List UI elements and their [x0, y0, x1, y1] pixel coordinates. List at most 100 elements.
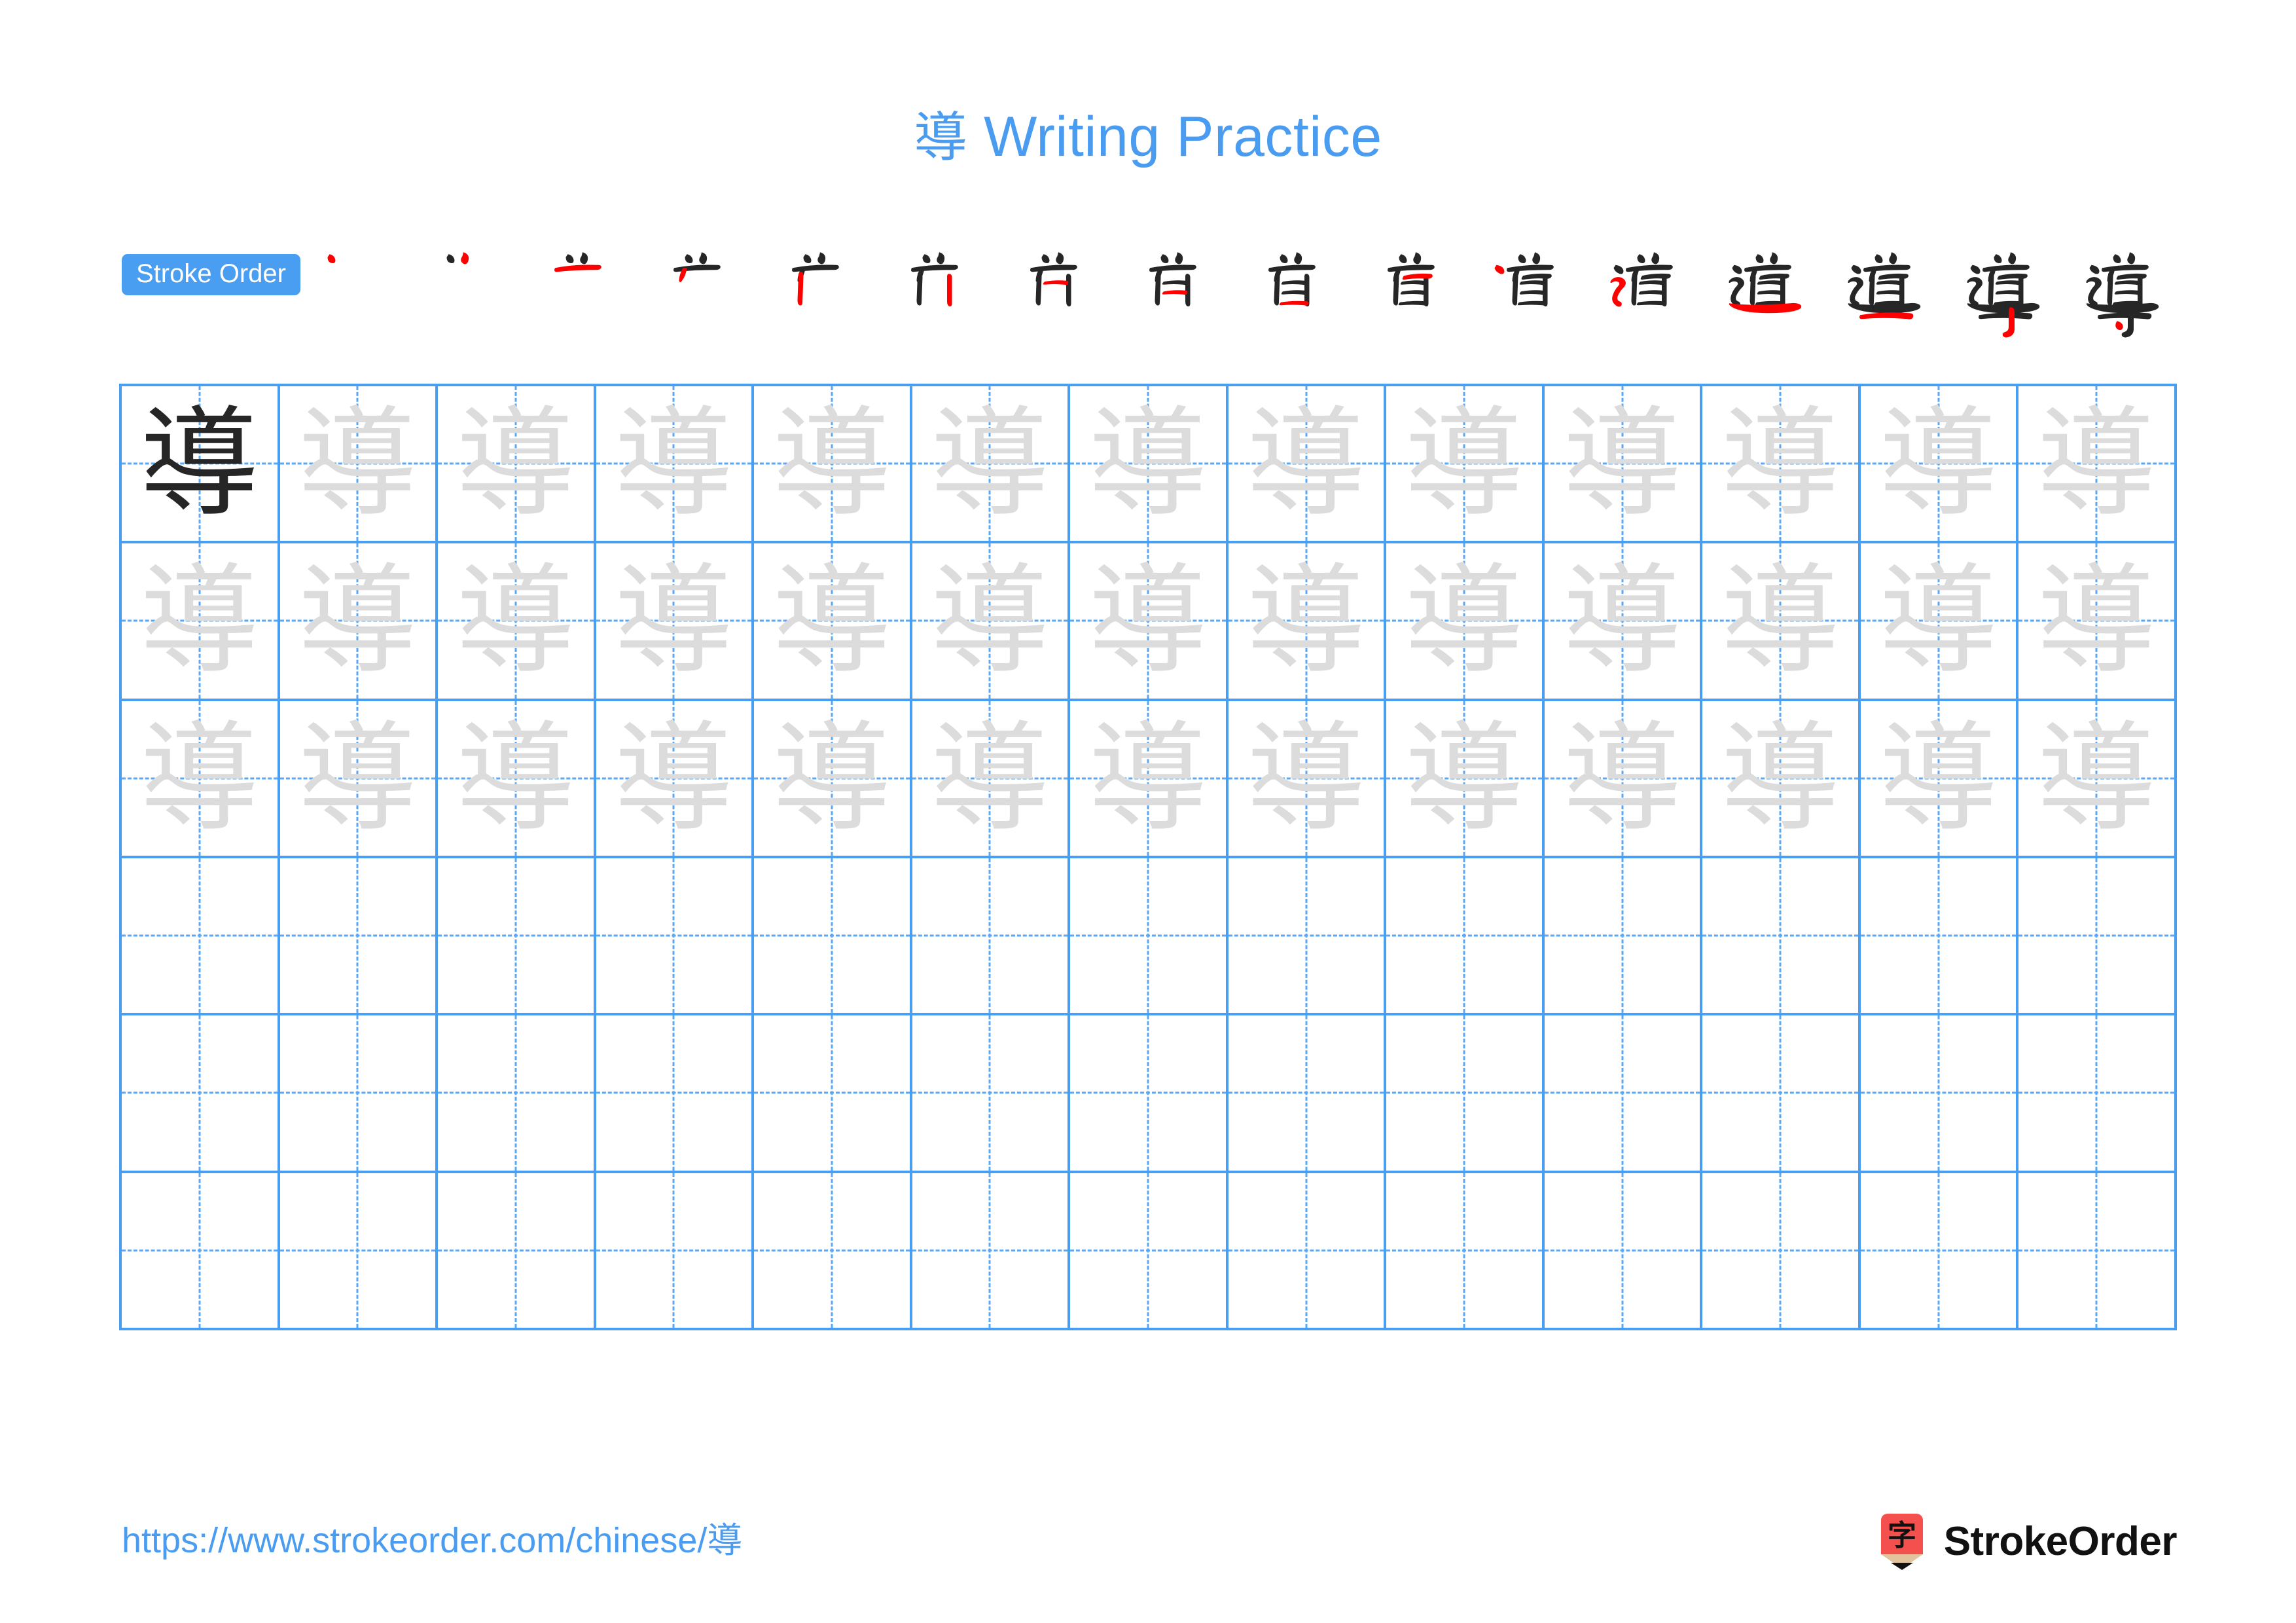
practice-cell[interactable]: [596, 1015, 755, 1173]
practice-cell[interactable]: [1860, 1173, 2019, 1330]
practice-cell[interactable]: 導: [1228, 543, 1387, 701]
practice-cell[interactable]: 導: [596, 386, 755, 544]
stroke-step-glyph: [792, 252, 840, 306]
stroke-step-glyph: [1967, 252, 2040, 338]
practice-character-trace: 導: [298, 551, 418, 691]
practice-cell[interactable]: 導: [754, 543, 912, 701]
practice-cell[interactable]: 導: [754, 701, 912, 858]
practice-cell[interactable]: 導: [1070, 543, 1229, 701]
practice-cell[interactable]: [438, 858, 596, 1016]
practice-character-trace: 導: [1878, 551, 1998, 691]
practice-cell[interactable]: 導: [438, 543, 596, 701]
brand-logo[interactable]: 字 StrokeOrder: [1877, 1506, 2178, 1578]
practice-cell[interactable]: [438, 1173, 596, 1330]
practice-cell[interactable]: 導: [1860, 386, 2019, 544]
stroke-step-glyph: [1030, 252, 1077, 307]
practice-cell[interactable]: [1544, 1015, 1703, 1173]
practice-cell[interactable]: [754, 1015, 912, 1173]
practice-cell[interactable]: [1228, 1015, 1387, 1173]
practice-cell[interactable]: [1860, 1015, 2019, 1173]
stroke-step-glyph: [1268, 252, 1316, 307]
practice-cell[interactable]: 導: [754, 386, 912, 544]
practice-cell[interactable]: [2018, 1173, 2177, 1330]
practice-cell[interactable]: [1860, 858, 2019, 1016]
practice-cell[interactable]: 導: [438, 701, 596, 858]
practice-cell[interactable]: [122, 1173, 280, 1330]
practice-cell[interactable]: 導: [912, 543, 1071, 701]
practice-cell[interactable]: 導: [596, 543, 755, 701]
practice-cell[interactable]: [438, 1015, 596, 1173]
practice-cell[interactable]: 導: [279, 543, 439, 701]
practice-cell[interactable]: 導: [2018, 386, 2177, 544]
practice-cell[interactable]: 導: [1228, 386, 1387, 544]
practice-cell[interactable]: 導: [122, 386, 280, 544]
practice-character-trace: 導: [2037, 551, 2157, 691]
practice-cell[interactable]: 導: [1228, 701, 1387, 858]
practice-cell[interactable]: [1386, 1173, 1545, 1330]
stroke-step-3: [531, 232, 630, 363]
practice-cell[interactable]: [1070, 858, 1229, 1016]
stroke-step-glyph: [2086, 252, 2159, 338]
practice-cell[interactable]: 導: [1702, 701, 1861, 858]
practice-cell[interactable]: 導: [1386, 701, 1545, 858]
practice-cell[interactable]: [1228, 1173, 1387, 1330]
practice-cell[interactable]: 導: [1544, 701, 1703, 858]
practice-cell[interactable]: 導: [1070, 701, 1229, 858]
practice-cell[interactable]: [279, 858, 439, 1016]
practice-cell[interactable]: 導: [279, 386, 439, 544]
practice-cell[interactable]: 導: [912, 701, 1071, 858]
practice-cell[interactable]: [1702, 1015, 1861, 1173]
practice-cell[interactable]: [912, 1173, 1071, 1330]
practice-character-trace: 導: [614, 551, 734, 691]
practice-cell[interactable]: [279, 1173, 439, 1330]
practice-grid: 導導導導導導導導導導導導導導導導導導導導導導導導導導導導導導導導導導導導導導導: [119, 384, 2177, 1330]
practice-cell[interactable]: [1228, 858, 1387, 1016]
practice-cell[interactable]: 導: [912, 386, 1071, 544]
practice-cell[interactable]: 導: [2018, 543, 2177, 701]
practice-cell[interactable]: [1702, 858, 1861, 1016]
practice-character-trace: 導: [139, 708, 259, 848]
practice-cell[interactable]: [596, 1173, 755, 1330]
practice-character-trace: 導: [930, 708, 1050, 848]
practice-cell[interactable]: [2018, 858, 2177, 1016]
practice-cell[interactable]: 導: [596, 701, 755, 858]
practice-cell[interactable]: [912, 1015, 1071, 1173]
practice-cell[interactable]: 導: [1860, 543, 2019, 701]
practice-cell[interactable]: 導: [438, 386, 596, 544]
practice-cell[interactable]: [1386, 1015, 1545, 1173]
practice-cell[interactable]: 導: [122, 701, 280, 858]
practice-cell[interactable]: [1070, 1015, 1229, 1173]
practice-cell[interactable]: [1544, 858, 1703, 1016]
practice-cell[interactable]: [596, 858, 755, 1016]
practice-cell[interactable]: 導: [1386, 386, 1545, 544]
practice-cell[interactable]: 導: [1544, 543, 1703, 701]
practice-cell[interactable]: 導: [1860, 701, 2019, 858]
practice-character-trace: 導: [1405, 394, 1524, 534]
practice-cell[interactable]: 導: [1544, 386, 1703, 544]
practice-cell[interactable]: 導: [1070, 386, 1229, 544]
practice-cell[interactable]: [1702, 1173, 1861, 1330]
stroke-step-14: [1840, 232, 1939, 363]
practice-cell[interactable]: [754, 858, 912, 1016]
practice-cell[interactable]: [279, 1015, 439, 1173]
practice-cell[interactable]: 導: [122, 543, 280, 701]
practice-cell[interactable]: [1386, 858, 1545, 1016]
practice-cell[interactable]: [122, 858, 280, 1016]
stroke-step-glyph: [1494, 252, 1554, 307]
practice-cell[interactable]: [912, 858, 1071, 1016]
stroke-step-glyph: [554, 252, 601, 272]
practice-cell[interactable]: [122, 1015, 280, 1173]
page-title: 導 Writing Practice: [0, 109, 2296, 165]
practice-cell[interactable]: [1070, 1173, 1229, 1330]
practice-cell[interactable]: [2018, 1015, 2177, 1173]
practice-cell[interactable]: 導: [2018, 701, 2177, 858]
practice-cell[interactable]: [754, 1173, 912, 1330]
practice-cell[interactable]: 導: [1702, 386, 1861, 544]
stroke-step-9: [1246, 232, 1344, 363]
practice-cell[interactable]: [1544, 1173, 1703, 1330]
practice-cell[interactable]: 導: [1702, 543, 1861, 701]
practice-cell[interactable]: 導: [1386, 543, 1545, 701]
source-url[interactable]: https://www.strokeorder.com/chinese/導: [122, 1518, 742, 1563]
stroke-order-section: Stroke Order: [122, 232, 2177, 363]
practice-cell[interactable]: 導: [279, 701, 439, 858]
